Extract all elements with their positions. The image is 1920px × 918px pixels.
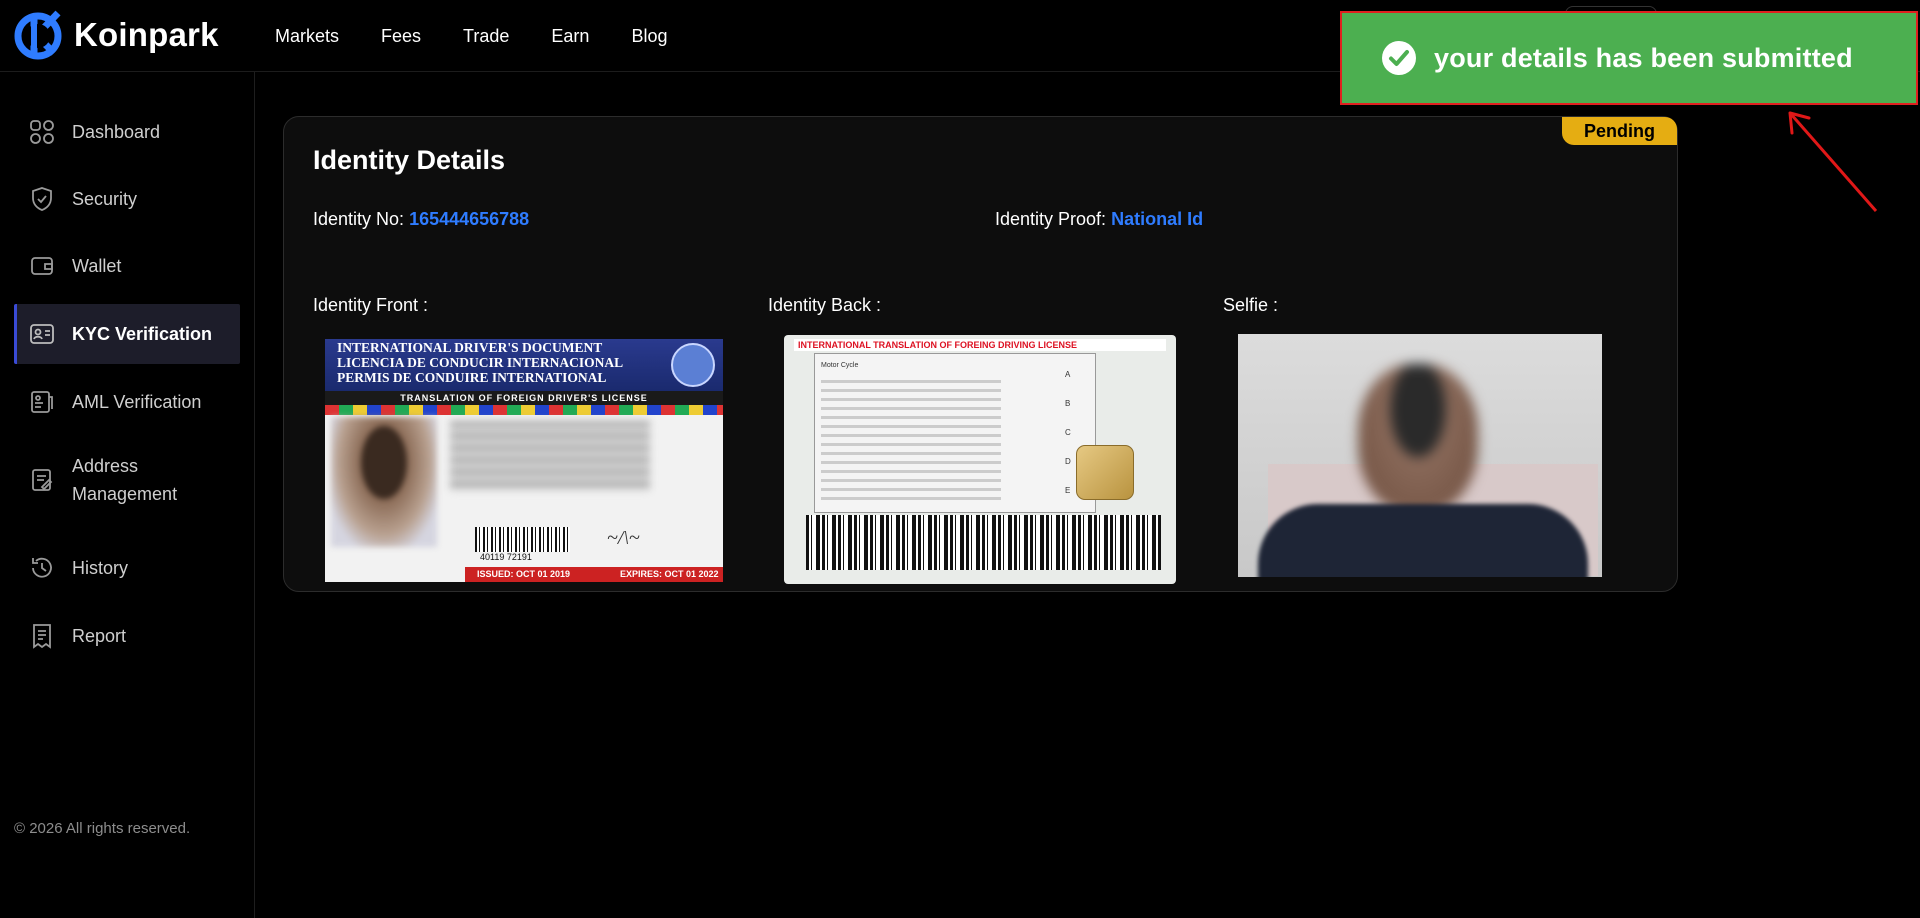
toast-message: your details has been submitted [1434,42,1853,73]
identity-back-image[interactable]: INTERNATIONAL TRANSLATION OF FOREING DRI… [784,335,1176,584]
history-icon [28,554,56,582]
back-barcode [806,515,1161,570]
front-card-title-2: LICENCIA DE CONDUCIR INTERNACIONAL [337,355,624,370]
front-issued: ISSUED: OCT 01 2019 [477,569,571,579]
identity-proof-label: Identity Proof: [995,209,1107,229]
sidebar-item-dashboard[interactable]: Dashboard [14,102,240,162]
identity-no-value: 165444656788 [409,209,530,229]
back-row-a: Motor Cycle [821,362,859,369]
chip-icon [1076,445,1134,500]
wallet-icon [28,252,56,280]
sidebar-item-label: Address Management [72,456,178,504]
page-title: Identity Details [313,145,506,175]
nav-trade[interactable]: Trade [463,26,509,47]
sidebar-item-label: Report [72,625,127,646]
address-book-icon [28,466,56,494]
signature: ~/\~ [607,527,640,549]
sidebar: Dashboard Security Wallet KYC Verificati… [0,72,255,918]
identity-back-label: Identity Back : [768,295,882,315]
id-card-icon [28,320,56,348]
sidebar-item-label: KYC Verification [72,323,213,344]
front-blurred-details [450,421,650,491]
brand[interactable]: Koinpark [14,9,219,61]
sidebar-item-report[interactable]: Report [14,606,240,666]
front-barcode-number: 40119 72191 [480,552,532,562]
identity-no-label: Identity No: [313,209,405,229]
identity-front-label: Identity Front : [313,295,429,315]
nav-fees[interactable]: Fees [381,26,421,47]
sidebar-item-wallet[interactable]: Wallet [14,236,240,296]
sidebar-item-security[interactable]: Security [14,169,240,229]
sidebar-item-label: Security [72,188,138,209]
globe-icon [671,343,715,387]
main-nav: Markets Fees Trade Earn Blog [275,0,667,72]
dashboard-icon [28,118,56,146]
flags-strip [325,405,723,415]
identity-front-image[interactable]: INTERNATIONAL DRIVER'S DOCUMENT LICENCIA… [325,339,723,582]
success-toast: your details has been submitted [1340,11,1918,105]
annotation-arrow-icon [1788,111,1878,212]
aml-icon [28,388,56,416]
check-circle-icon [1382,41,1416,75]
class-d: D [1065,457,1071,466]
class-e: E [1065,486,1071,495]
nav-earn[interactable]: Earn [551,26,589,47]
status-badge: Pending [1562,117,1677,145]
identity-proof-field: Identity Proof: National Id [995,209,1203,230]
class-a: A [1065,370,1071,379]
front-card-band: TRANSLATION OF FOREIGN DRIVER'S LICENSE [325,391,723,405]
front-barcode [475,527,570,552]
selfie-image[interactable] [1238,334,1602,577]
back-card-title: INTERNATIONAL TRANSLATION OF FOREING DRI… [794,339,1166,351]
sidebar-item-label: History [72,557,129,578]
front-card-title-1: INTERNATIONAL DRIVER'S DOCUMENT [337,340,603,355]
sidebar-item-label: AML Verification [72,391,202,412]
sidebar-item-kyc-verification[interactable]: KYC Verification [14,304,240,364]
sidebar-item-history[interactable]: History [14,538,240,598]
shield-icon [28,185,56,213]
back-class-table: Motor Cycle A B C D E [814,353,1096,513]
sidebar-item-label: Dashboard [72,121,161,142]
selfie-shirt [1258,504,1588,577]
nav-markets[interactable]: Markets [275,26,339,47]
report-icon [28,622,56,650]
sidebar-item-label: Wallet [72,255,122,276]
sidebar-item-address-management[interactable]: Address Management [14,442,240,518]
class-c: C [1065,428,1071,437]
koinpark-logo-icon [14,10,62,60]
class-b: B [1065,399,1071,408]
sidebar-item-aml-verification[interactable]: AML Verification [14,372,240,432]
identity-no-field: Identity No: 165444656788 [313,209,529,230]
identity-details-card: Pending Identity Details Identity No: 16… [283,116,1678,592]
nav-blog[interactable]: Blog [631,26,667,47]
front-portrait [331,417,437,547]
copyright: © 2026 All rights reserved. [14,820,191,837]
selfie-face-blurred [1358,364,1478,514]
front-expires: EXPIRES: OCT 01 2022 [620,569,719,579]
selfie-label: Selfie : [1223,295,1279,315]
identity-proof-value: National Id [1111,209,1204,229]
front-card-title-3: PERMIS DE CONDUIRE INTERNATIONAL [337,370,607,385]
brand-name: Koinpark [74,16,219,53]
